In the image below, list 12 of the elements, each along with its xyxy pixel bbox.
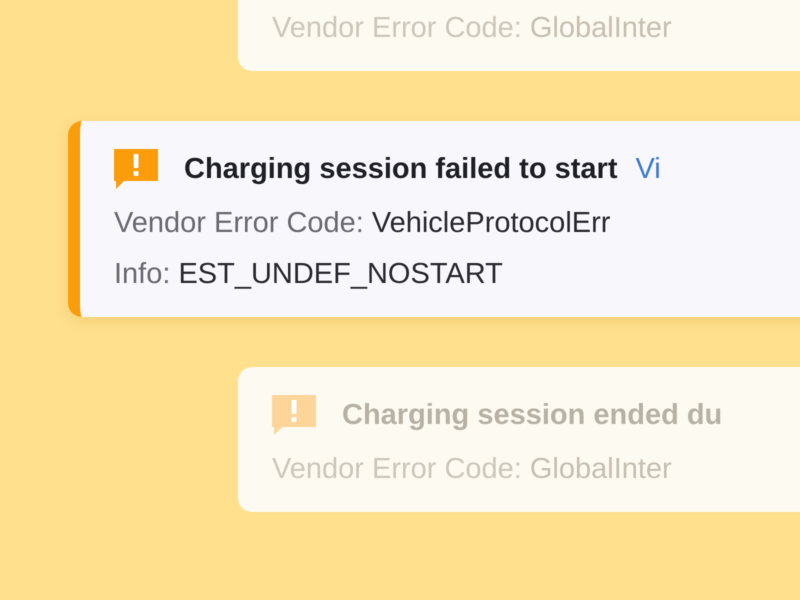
view-link[interactable]: Vi bbox=[635, 152, 661, 186]
alert-icon bbox=[272, 395, 316, 435]
vendor-error-value: GlobalInter bbox=[530, 12, 672, 45]
info-value: EST_UNDEF_NOSTART bbox=[178, 258, 503, 291]
vendor-error-value: GlobalInter bbox=[530, 453, 672, 486]
vendor-error-label: Vendor Error Code: bbox=[114, 207, 364, 240]
alert-card[interactable]: Charging session failed to start Vi Vendor Error Code: VehicleProtocolErr Info: EST_UNDEF_NOSTART bbox=[68, 121, 800, 317]
vendor-error-value: VehicleProtocolErr bbox=[372, 207, 610, 240]
alert-title: Charging session failed to start bbox=[184, 152, 618, 186]
alert-icon bbox=[114, 149, 158, 189]
info-label: Info: bbox=[114, 258, 170, 291]
alert-title: Charging session ended du bbox=[342, 398, 722, 432]
